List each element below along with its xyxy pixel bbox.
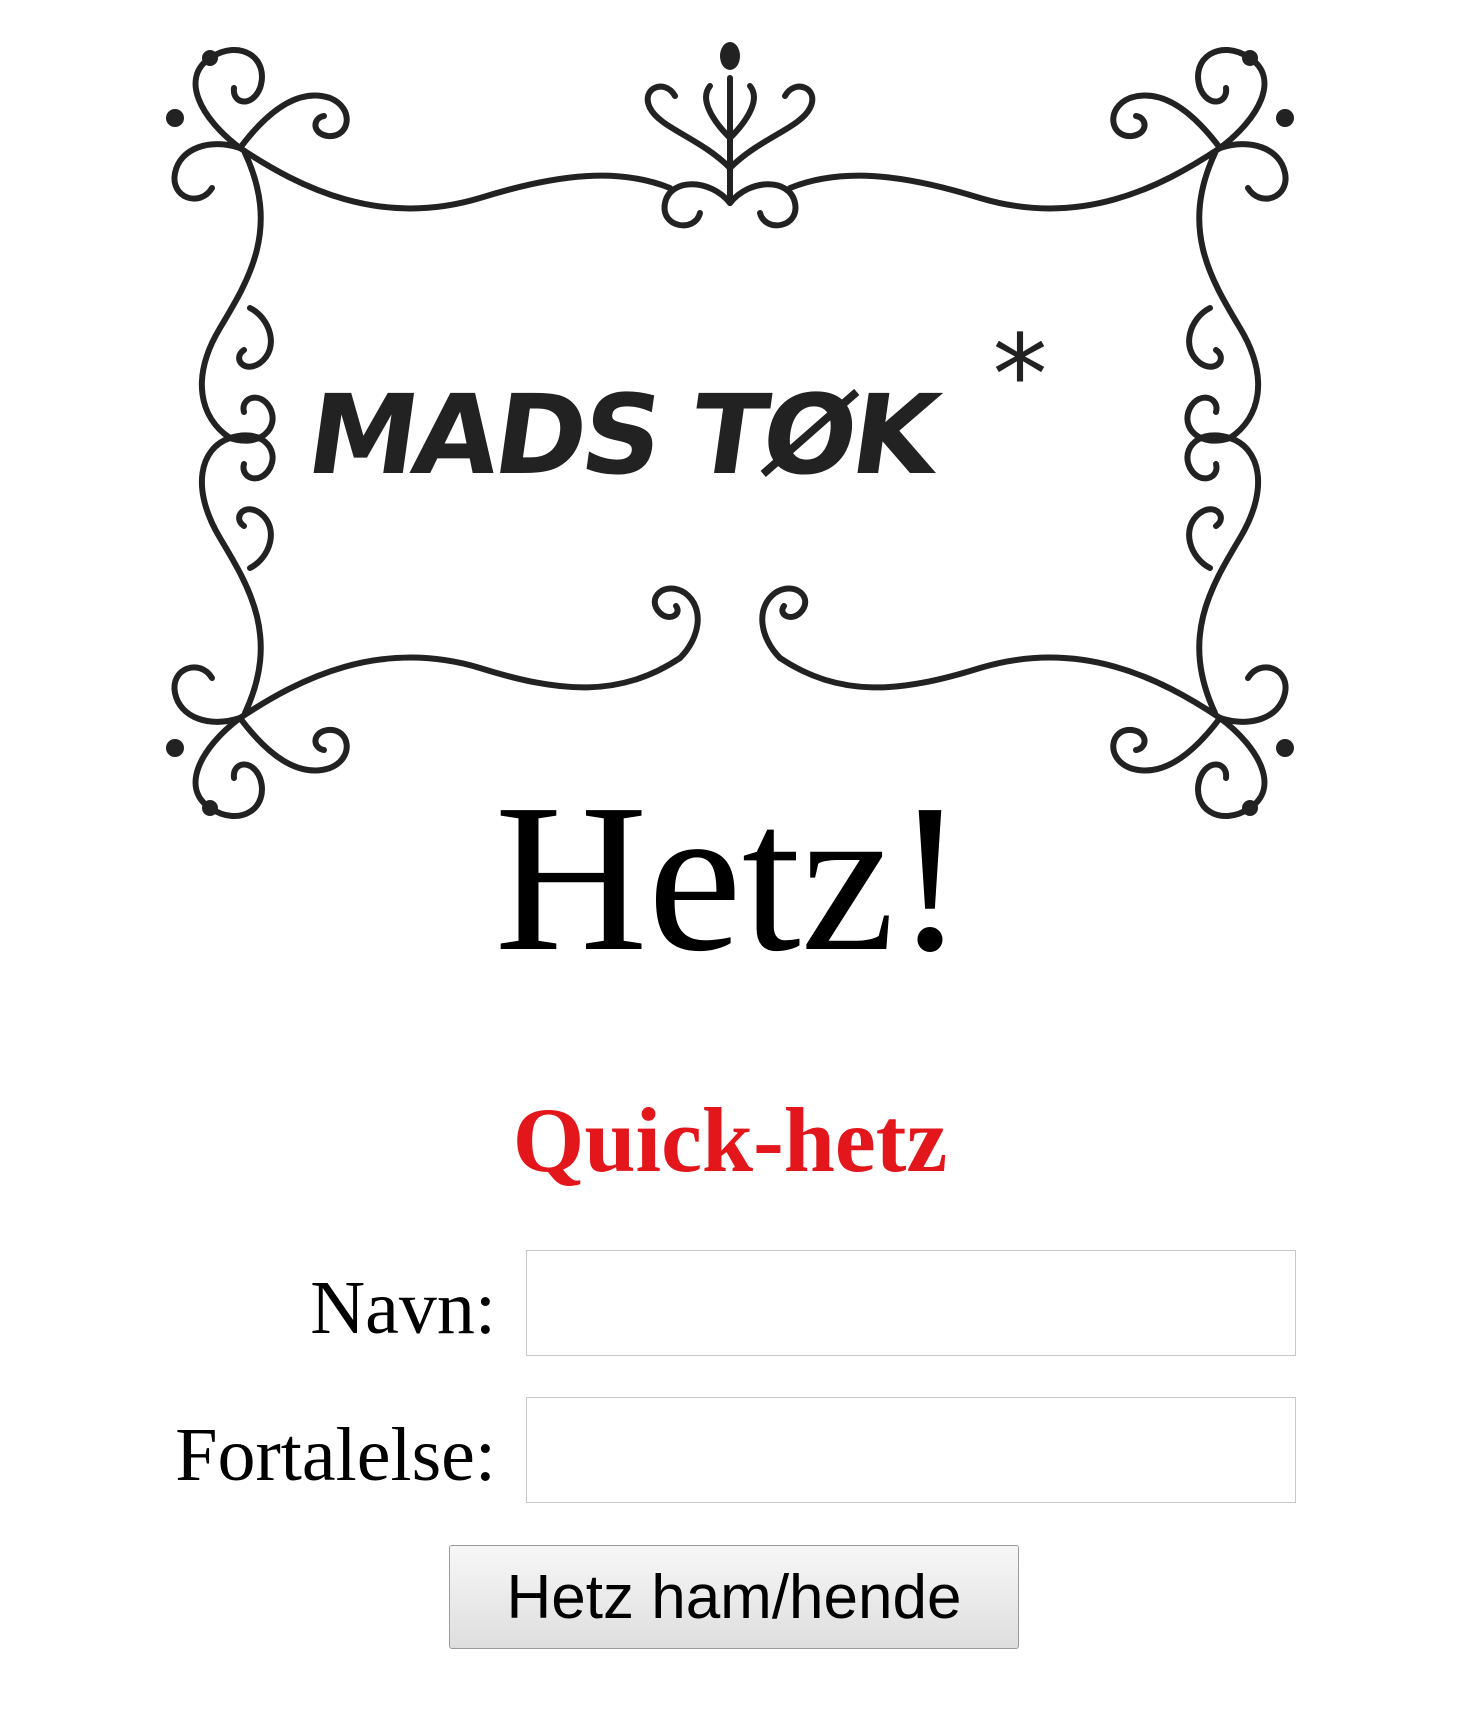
logo-brand-text: MADS TØK xyxy=(300,371,951,499)
story-label: Fortalelse: xyxy=(175,1413,496,1497)
quick-hetz-title: Quick-hetz xyxy=(512,1089,948,1191)
ornamental-frame-icon: MADS TØK * xyxy=(166,42,1294,820)
submit-hetz-button[interactable]: Hetz ham/hende xyxy=(449,1545,1019,1649)
story-input[interactable] xyxy=(526,1397,1296,1503)
name-label: Navn: xyxy=(310,1266,496,1350)
name-input[interactable] xyxy=(526,1250,1296,1356)
logo-asterisk: * xyxy=(993,311,1048,439)
site-logo: MADS TØK * xyxy=(140,18,1320,848)
page-title: Hetz! xyxy=(494,760,966,995)
